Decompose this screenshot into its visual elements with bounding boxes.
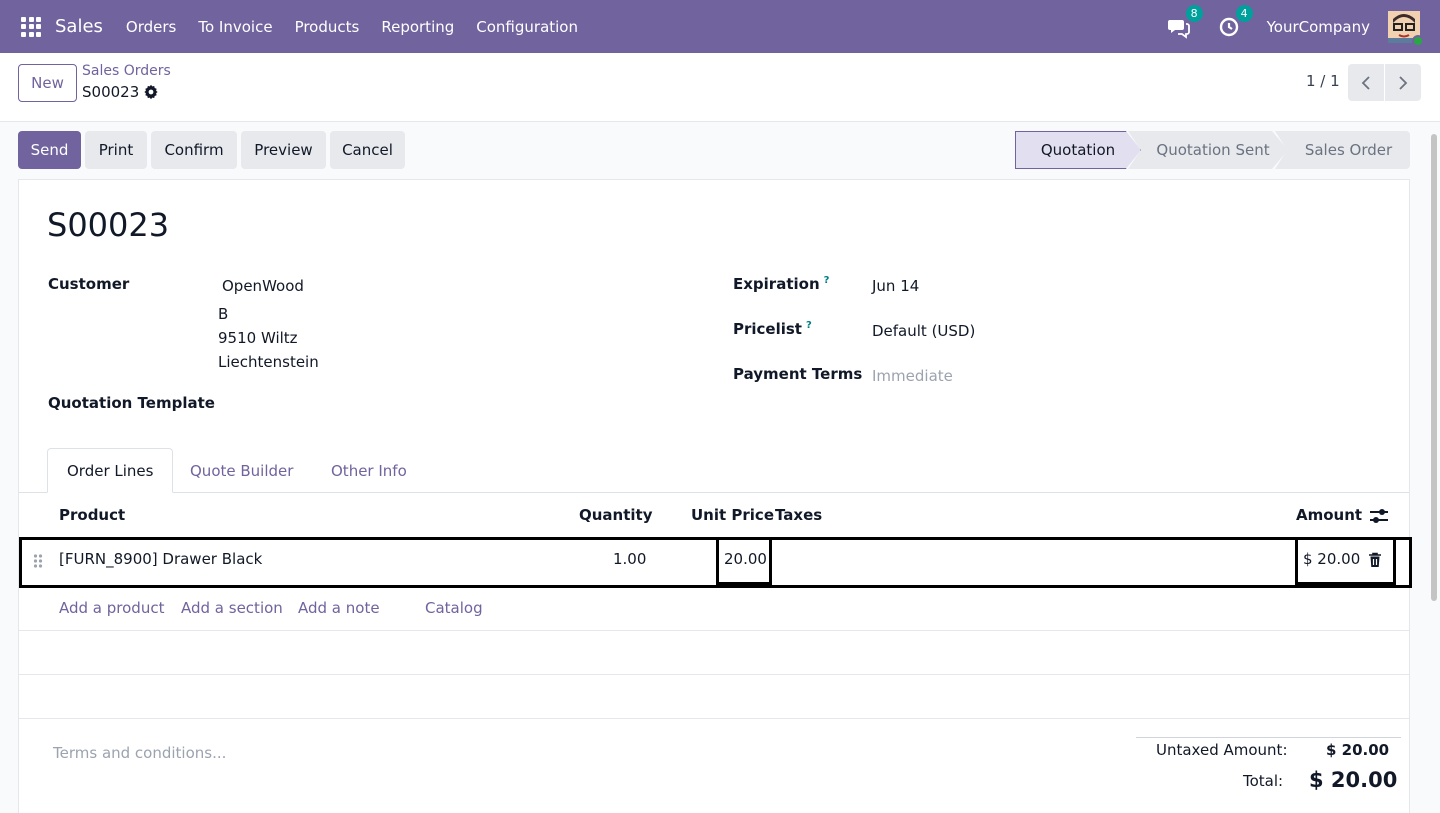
row-product[interactable]: [FURN_8900] Drawer Black (59, 550, 262, 568)
customer-label: Customer (48, 275, 130, 293)
row-quantity[interactable]: 1.00 (613, 550, 646, 568)
total-value: $ 20.00 (1309, 768, 1398, 792)
user-avatar[interactable] (1388, 10, 1424, 47)
help-icon[interactable]: ? (824, 275, 830, 286)
chevron-right-icon (1399, 75, 1408, 90)
divider (19, 630, 1409, 631)
payment-terms-field[interactable]: Immediate (872, 367, 953, 385)
help-icon[interactable]: ? (806, 320, 812, 331)
control-panel: New Sales Orders S00023 1 / 1 (0, 53, 1440, 122)
drag-handle-icon[interactable] (33, 553, 43, 569)
customer-field[interactable]: OpenWood (222, 277, 304, 295)
tab-other-info[interactable]: Other Info (312, 448, 426, 493)
trash-icon[interactable] (1368, 552, 1382, 568)
pager-next-button[interactable] (1385, 64, 1421, 101)
add-note-link[interactable]: Add a note (298, 599, 380, 617)
pricelist-field[interactable]: Default (USD) (872, 322, 975, 340)
menu-products[interactable]: Products (284, 18, 371, 36)
add-product-link[interactable]: Add a product (59, 599, 164, 617)
expiration-field[interactable]: Jun 14 (872, 277, 919, 295)
pager-value[interactable]: 1 / 1 (1306, 72, 1340, 90)
form-sheet: S00023 Customer OpenWood B 9510 Wiltz Li… (18, 179, 1412, 813)
activities-badge: 4 (1235, 4, 1253, 22)
breadcrumb-sales-orders[interactable]: Sales Orders (82, 63, 171, 79)
gear-icon[interactable] (143, 84, 159, 100)
add-section-link[interactable]: Add a section (181, 599, 283, 617)
total-label: Total: (1243, 772, 1284, 790)
divider (19, 718, 1409, 719)
apps-grid-icon[interactable] (21, 16, 41, 37)
catalog-link[interactable]: Catalog (425, 599, 483, 617)
row-amount: $ 20.00 (1303, 550, 1361, 568)
pricelist-label: Pricelist? (733, 320, 812, 338)
messages-icon[interactable]: 8 (1167, 4, 1203, 39)
menu-orders[interactable]: Orders (115, 18, 187, 36)
cancel-button[interactable]: Cancel (330, 131, 405, 169)
column-product[interactable]: Product (59, 506, 125, 524)
optional-columns-toggle-icon[interactable] (1369, 508, 1389, 524)
column-taxes[interactable]: Taxes (775, 506, 822, 524)
preview-button[interactable]: Preview (241, 131, 326, 169)
row-unit-price[interactable]: 20.00 (724, 550, 767, 568)
menu-to-invoice[interactable]: To Invoice (187, 18, 283, 36)
send-button[interactable]: Send (18, 131, 81, 169)
print-button[interactable]: Print (85, 131, 147, 169)
menu-configuration[interactable]: Configuration (465, 18, 589, 36)
untaxed-amount-value: $ 20.00 (1326, 741, 1390, 759)
confirm-button[interactable]: Confirm (151, 131, 237, 169)
navbar-right: 8 4 YourCompany (1167, 0, 1424, 53)
tab-order-lines[interactable]: Order Lines (47, 448, 174, 493)
menu-reporting[interactable]: Reporting (370, 18, 465, 36)
column-quantity[interactable]: Quantity (579, 506, 653, 524)
customer-address-line: 9510 Wiltz (218, 329, 298, 347)
vertical-scrollbar[interactable] (1431, 134, 1437, 601)
breadcrumb-current-record: S00023 (82, 83, 140, 101)
status-sales-order[interactable]: Sales Order (1275, 131, 1410, 169)
chevron-left-icon (1361, 75, 1370, 90)
customer-address-line: Liechtenstein (218, 353, 319, 371)
column-amount[interactable]: Amount (1296, 506, 1362, 524)
expiration-label: Expiration? (733, 275, 829, 293)
column-unit-price[interactable]: Unit Price (691, 506, 774, 524)
payment-terms-label: Payment Terms (733, 365, 863, 383)
record-title: S00023 (47, 206, 170, 244)
customer-address-line: B (218, 305, 229, 323)
status-quotation-sent[interactable]: Quotation Sent (1128, 131, 1288, 169)
divider (19, 674, 1409, 675)
terms-and-conditions-field[interactable]: Terms and conditions... (53, 744, 226, 762)
totals-divider (1136, 737, 1401, 738)
online-status-dot (1412, 34, 1424, 47)
activities-clock-icon[interactable]: 4 (1217, 4, 1253, 39)
quotation-template-label: Quotation Template (48, 394, 215, 412)
app-brand[interactable]: Sales (55, 16, 103, 37)
tab-quote-builder[interactable]: Quote Builder (171, 448, 312, 493)
company-switcher[interactable]: YourCompany (1267, 18, 1370, 36)
pricelist-label-text: Pricelist (733, 320, 802, 338)
expiration-label-text: Expiration (733, 275, 820, 293)
messages-badge: 8 (1185, 4, 1203, 22)
top-navbar: Sales Orders To Invoice Products Reporti… (0, 0, 1440, 53)
status-quotation[interactable]: Quotation (1015, 131, 1141, 169)
untaxed-amount-label: Untaxed Amount: (1156, 741, 1288, 759)
new-button[interactable]: New (18, 64, 77, 102)
pager-previous-button[interactable] (1348, 64, 1384, 101)
